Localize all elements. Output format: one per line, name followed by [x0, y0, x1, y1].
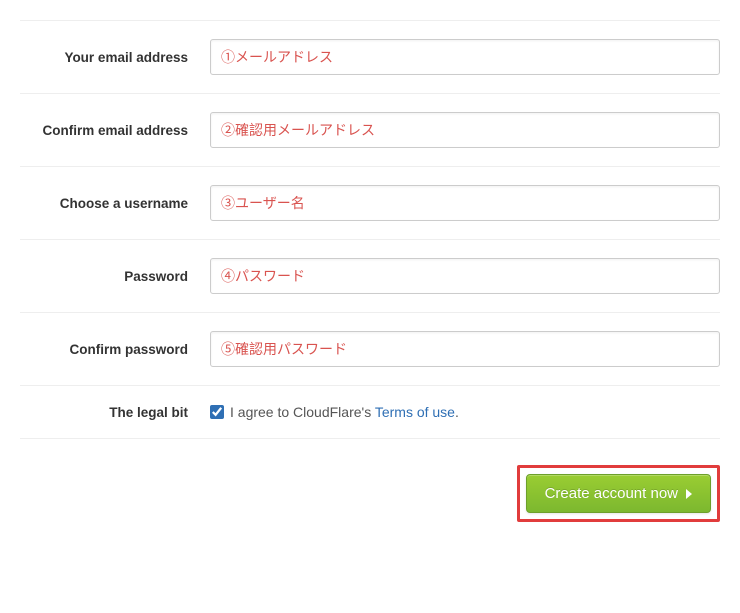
chevron-right-icon	[686, 489, 692, 499]
field-col-email	[210, 39, 720, 75]
agree-suffix: .	[455, 404, 459, 420]
legal-text: I agree to CloudFlare's Terms of use.	[230, 404, 459, 420]
confirm-password-input[interactable]	[210, 331, 720, 367]
email-input[interactable]	[210, 39, 720, 75]
label-legal: The legal bit	[20, 405, 210, 420]
label-confirm-email: Confirm email address	[20, 123, 210, 138]
row-confirm-email: Confirm email address	[20, 94, 720, 167]
label-username: Choose a username	[20, 196, 210, 211]
row-username: Choose a username	[20, 167, 720, 240]
password-input[interactable]	[210, 258, 720, 294]
create-account-button[interactable]: Create account now	[526, 474, 711, 513]
legal-content: I agree to CloudFlare's Terms of use.	[210, 404, 720, 420]
row-legal: The legal bit I agree to CloudFlare's Te…	[20, 386, 720, 439]
username-input[interactable]	[210, 185, 720, 221]
field-col-confirm-email	[210, 112, 720, 148]
confirm-email-input[interactable]	[210, 112, 720, 148]
highlight-box: Create account now	[517, 465, 720, 522]
field-col-confirm-password	[210, 331, 720, 367]
field-col-password	[210, 258, 720, 294]
label-password: Password	[20, 269, 210, 284]
agree-prefix: I agree to CloudFlare's	[230, 404, 375, 420]
field-col-legal: I agree to CloudFlare's Terms of use.	[210, 404, 720, 420]
row-confirm-password: Confirm password	[20, 313, 720, 386]
label-confirm-password: Confirm password	[20, 342, 210, 357]
terms-of-use-link[interactable]: Terms of use	[375, 404, 455, 420]
row-password: Password	[20, 240, 720, 313]
agree-checkbox[interactable]	[210, 405, 224, 419]
label-email: Your email address	[20, 50, 210, 65]
field-col-username	[210, 185, 720, 221]
button-row: Create account now	[20, 465, 720, 522]
row-email: Your email address	[20, 20, 720, 94]
create-account-label: Create account now	[545, 485, 678, 502]
